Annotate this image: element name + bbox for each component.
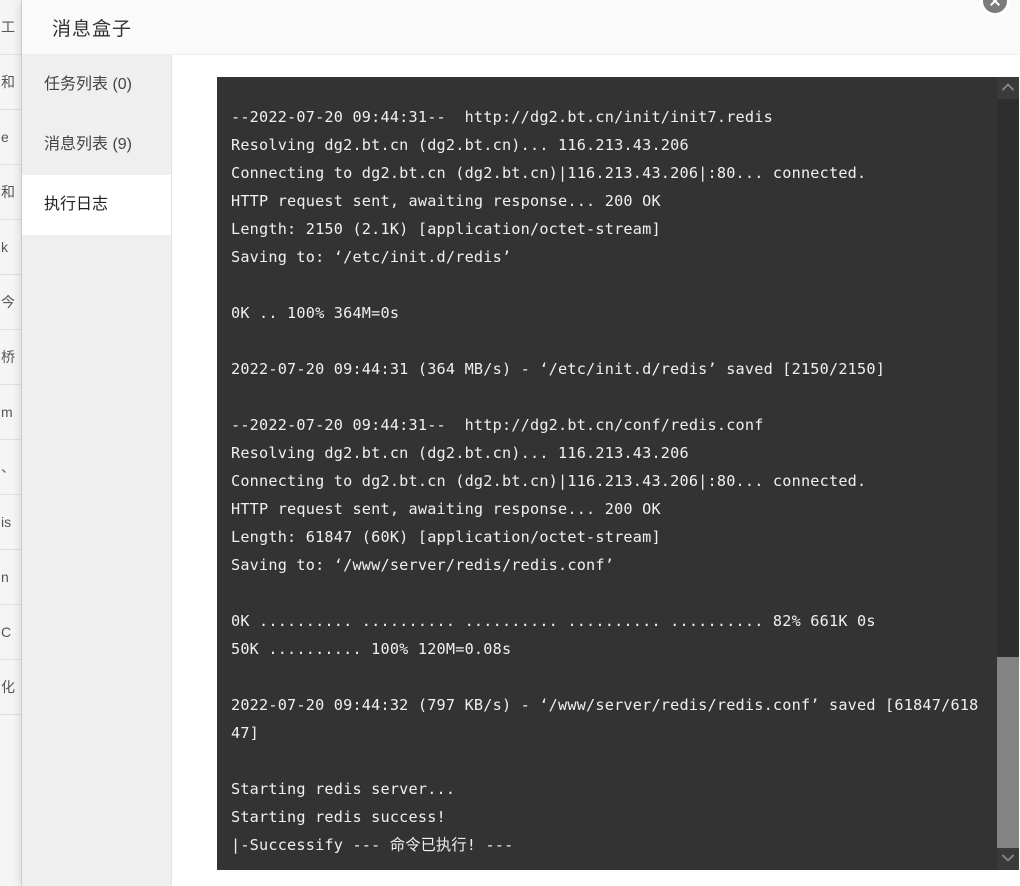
terminal-scrollbar[interactable] — [997, 77, 1019, 870]
tab-task-list[interactable]: 任务列表 (0) — [22, 55, 171, 115]
background-table-row: n — [0, 550, 21, 605]
execution-log-panel: --2022-07-20 09:44:31-- http://dg2.bt.cn… — [195, 55, 1020, 886]
message-box-dialog: 消息盒子 任务列表 (0) 消息列表 (9) 执行日志 --2022-07-20… — [22, 0, 1020, 886]
close-icon[interactable] — [980, 0, 1010, 16]
tab-message-list[interactable]: 消息列表 (9) — [22, 115, 171, 175]
screen: 工 和 e 和 k 今 桥 m 、 is n C 化 消息盒子 任务列表 (0)… — [0, 0, 1020, 886]
background-table-row: e — [0, 110, 21, 165]
background-table-row: 和 — [0, 165, 21, 220]
tab-execution-log[interactable]: 执行日志 — [22, 175, 171, 235]
background-table-row: C — [0, 605, 21, 660]
background-table-row: k — [0, 220, 21, 275]
dialog-tab-rail: 任务列表 (0) 消息列表 (9) 执行日志 — [22, 55, 172, 886]
background-table-row: 桥 — [0, 330, 21, 385]
background-table-row: 和 — [0, 55, 21, 110]
chevron-up-icon[interactable] — [997, 77, 1019, 99]
background-table-row: 、 — [0, 440, 21, 495]
chevron-down-icon[interactable] — [997, 848, 1019, 870]
background-table-row: 今 — [0, 275, 21, 330]
terminal[interactable]: --2022-07-20 09:44:31-- http://dg2.bt.cn… — [217, 77, 1019, 870]
terminal-log-text: --2022-07-20 09:44:31-- http://dg2.bt.cn… — [231, 108, 979, 854]
background-table-row: 工 — [0, 0, 21, 55]
scrollbar-thumb[interactable] — [997, 657, 1019, 853]
background-table-row: 化 — [0, 660, 21, 715]
dialog-title: 消息盒子 — [52, 19, 133, 40]
background-table-column: 工 和 e 和 k 今 桥 m 、 is n C 化 — [0, 0, 22, 886]
background-page: 工 和 e 和 k 今 桥 m 、 is n C 化 — [0, 0, 22, 886]
background-table-row: m — [0, 385, 21, 440]
dialog-header: 消息盒子 — [22, 0, 1020, 55]
background-table-row: is — [0, 495, 21, 550]
